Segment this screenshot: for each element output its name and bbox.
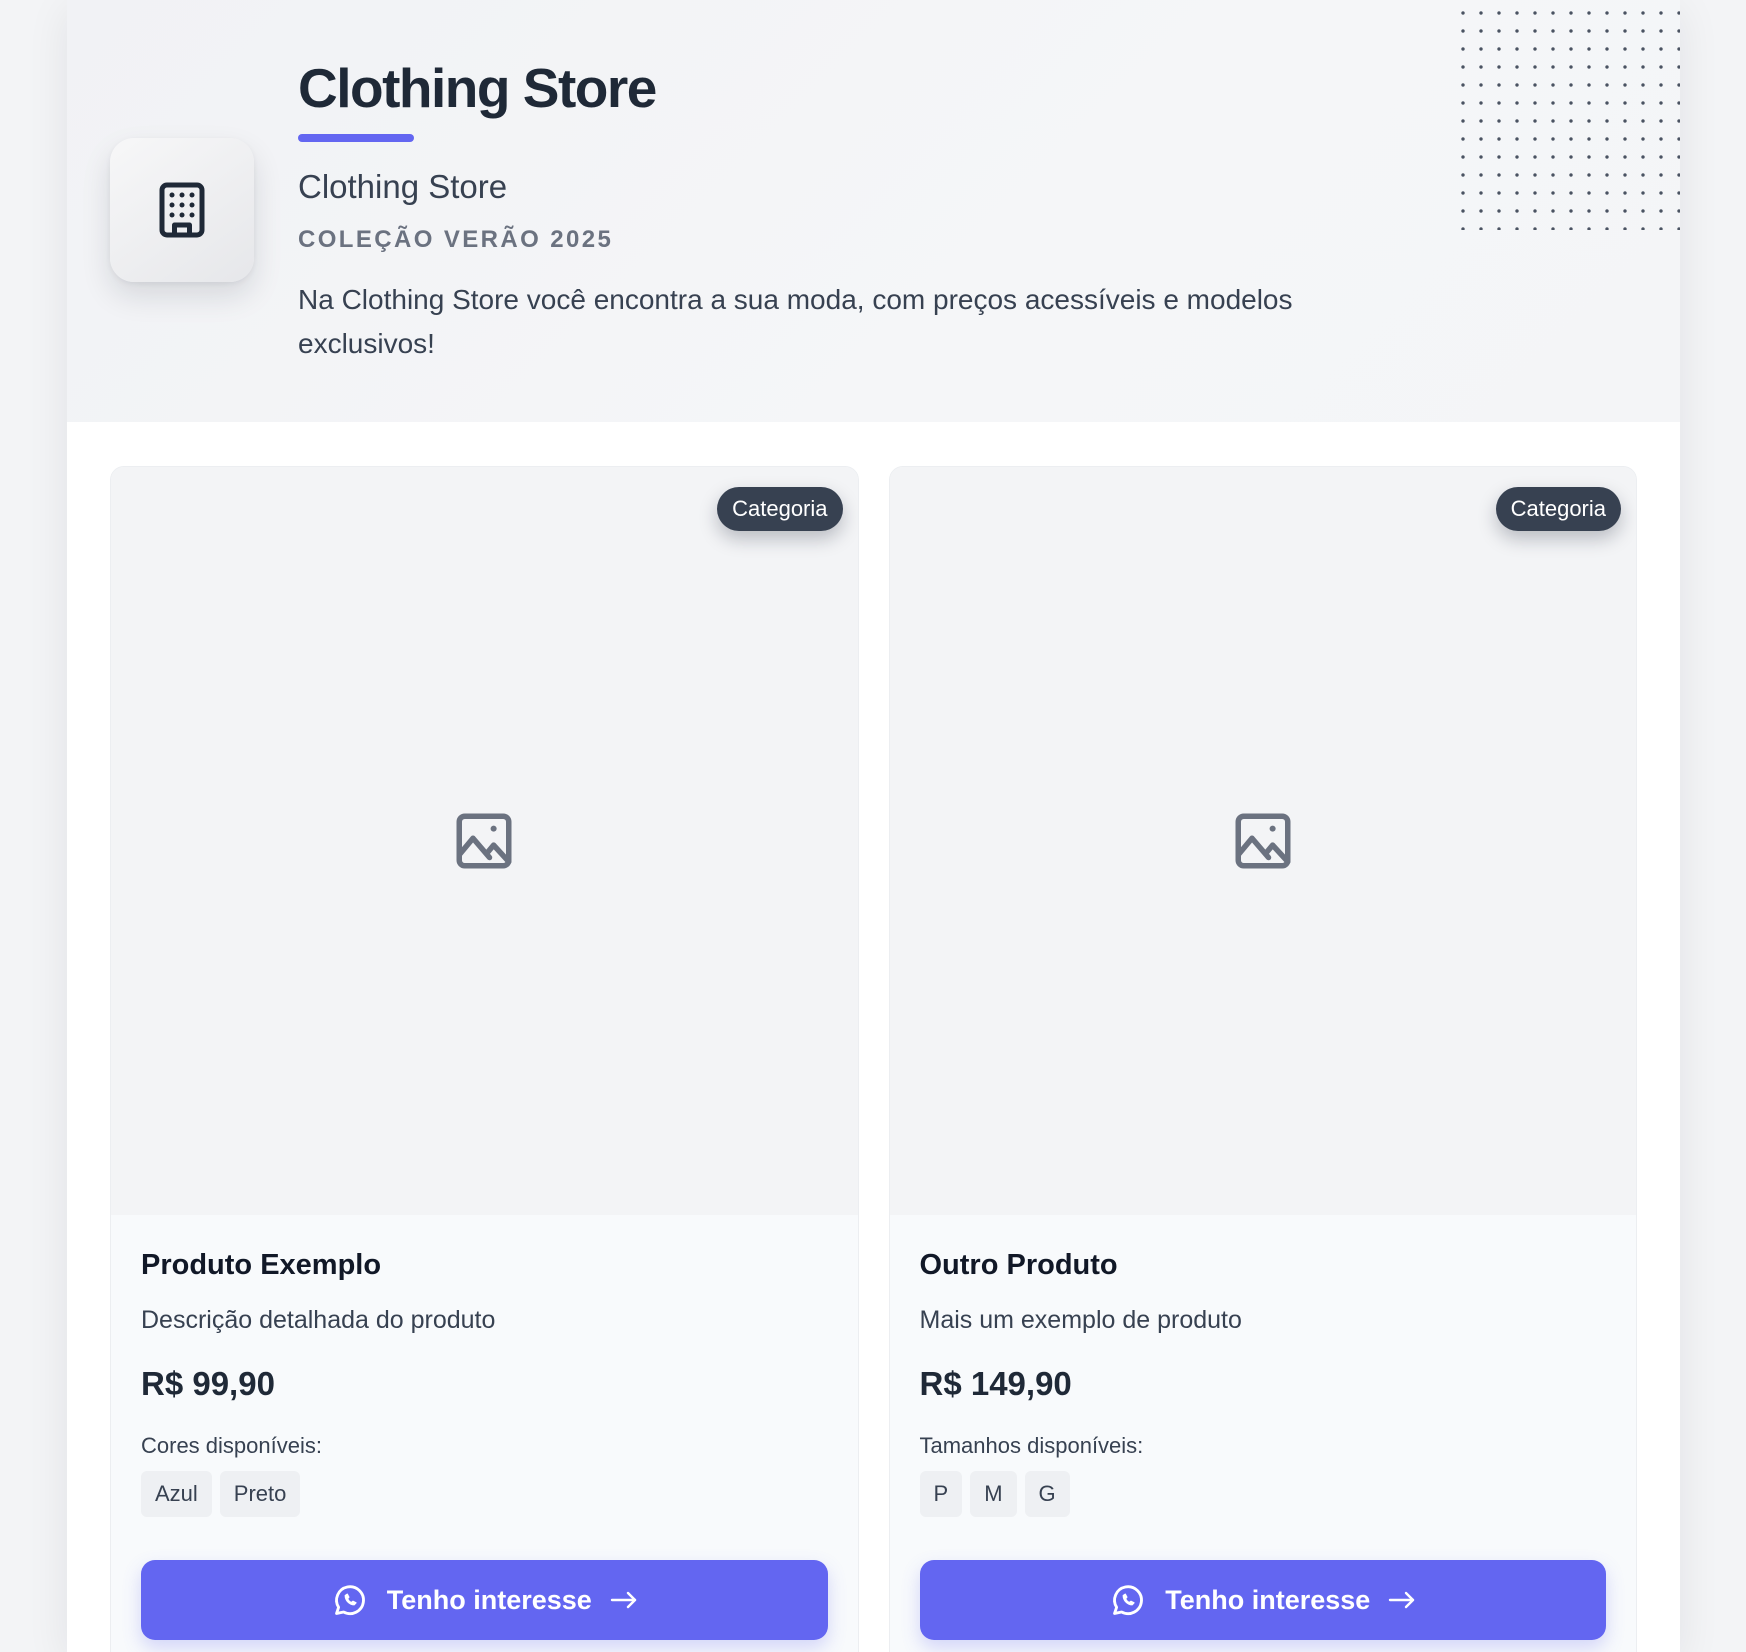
option-chips: P M G xyxy=(919,1471,1607,1517)
category-badge: Categoria xyxy=(1495,487,1621,531)
dot-pattern-decoration xyxy=(1450,0,1680,230)
store-description: Na Clothing Store você encontra a sua mo… xyxy=(298,284,1293,359)
store-subtitle: Clothing Store xyxy=(298,168,508,205)
page-title: Clothing Store xyxy=(298,57,657,119)
product-card: Categoria Outro Produto Mais um exemplo … xyxy=(888,466,1637,1652)
option-chip[interactable]: P xyxy=(919,1471,963,1517)
product-name: Outro Produto xyxy=(919,1249,1118,1281)
product-description: Descrição detalhada do produto xyxy=(141,1306,496,1334)
interest-button-label: Tenho interesse xyxy=(386,1584,592,1615)
store-logo xyxy=(110,138,254,282)
product-card: Categoria Produto Exemplo Descrição deta… xyxy=(110,466,859,1652)
product-description: Mais um exemplo de produto xyxy=(919,1306,1242,1334)
interest-button[interactable]: Tenho interesse xyxy=(141,1560,828,1640)
page-container: Clothing Store Clothing Store COLEÇÃO VE… xyxy=(67,0,1680,1652)
product-info: Produto Exemplo Descrição detalhada do p… xyxy=(111,1215,858,1517)
whatsapp-icon xyxy=(1113,1585,1144,1616)
product-image-placeholder: Categoria xyxy=(111,467,858,1215)
collection-label: COLEÇÃO VERÃO 2025 xyxy=(298,226,614,253)
image-placeholder-icon xyxy=(456,813,512,869)
product-price: R$ 99,90 xyxy=(141,1365,275,1402)
product-grid: Categoria Produto Exemplo Descrição deta… xyxy=(110,466,1637,1652)
category-badge: Categoria xyxy=(717,487,843,531)
arrow-right-icon xyxy=(610,1591,636,1609)
building-icon xyxy=(159,182,205,238)
product-price: R$ 149,90 xyxy=(919,1365,1072,1402)
option-chip[interactable]: M xyxy=(970,1471,1017,1517)
product-image-placeholder: Categoria xyxy=(889,467,1636,1215)
option-chip[interactable]: Preto xyxy=(219,1471,301,1517)
interest-button[interactable]: Tenho interesse xyxy=(919,1560,1606,1640)
option-chip[interactable]: Azul xyxy=(141,1471,212,1517)
whatsapp-icon xyxy=(334,1585,365,1616)
options-label: Cores disponíveis: xyxy=(141,1433,322,1458)
option-chips: Azul Preto xyxy=(141,1471,828,1517)
product-info: Outro Produto Mais um exemplo de produto… xyxy=(890,1215,1637,1517)
interest-button-label: Tenho interesse xyxy=(1165,1584,1371,1615)
image-placeholder-icon xyxy=(1235,813,1291,869)
title-underline xyxy=(298,134,414,142)
store-header: Clothing Store Clothing Store COLEÇÃO VE… xyxy=(67,0,1680,422)
product-name: Produto Exemplo xyxy=(141,1249,382,1281)
options-label: Tamanhos disponíveis: xyxy=(919,1433,1144,1458)
option-chip[interactable]: G xyxy=(1024,1471,1070,1517)
arrow-right-icon xyxy=(1389,1591,1415,1609)
